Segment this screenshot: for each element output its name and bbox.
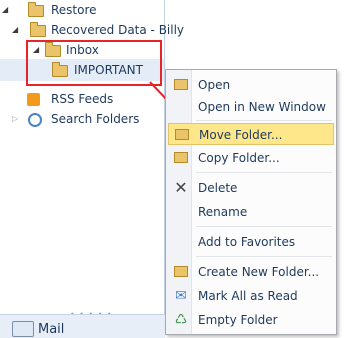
- menu-item-open[interactable]: Open: [168, 74, 334, 96]
- copy-folder-icon: [173, 151, 189, 165]
- menu-item-empty-folder[interactable]: ♺ Empty Folder: [168, 309, 334, 331]
- menu-item-create-new-folder[interactable]: Create New Folder...: [168, 261, 334, 283]
- menu-item-rename[interactable]: Rename: [168, 201, 334, 223]
- menu-separator: [196, 226, 332, 227]
- menu-separator: [196, 256, 332, 257]
- delete-x-icon: ✕: [174, 178, 188, 197]
- move-folder-icon: [174, 128, 190, 142]
- menu-item-copy-folder[interactable]: Copy Folder...: [168, 147, 334, 169]
- new-folder-icon: [173, 265, 189, 279]
- menu-item-delete[interactable]: ✕ Delete: [168, 177, 334, 199]
- menu-separator: [196, 172, 332, 173]
- empty-folder-icon: ♺: [174, 312, 188, 328]
- menu-item-add-favorites[interactable]: Add to Favorites: [168, 231, 334, 253]
- context-menu: Open Open in New Window Move Folder... C…: [165, 69, 337, 335]
- menu-item-mark-all-read[interactable]: ✉ Mark All as Read: [168, 285, 334, 307]
- menu-separator: [196, 120, 332, 121]
- menu-item-open-new-window[interactable]: Open in New Window: [168, 96, 334, 118]
- menu-item-move-folder[interactable]: Move Folder...: [168, 123, 334, 145]
- mark-read-icon: ✉: [175, 288, 187, 304]
- open-folder-icon: [173, 78, 189, 92]
